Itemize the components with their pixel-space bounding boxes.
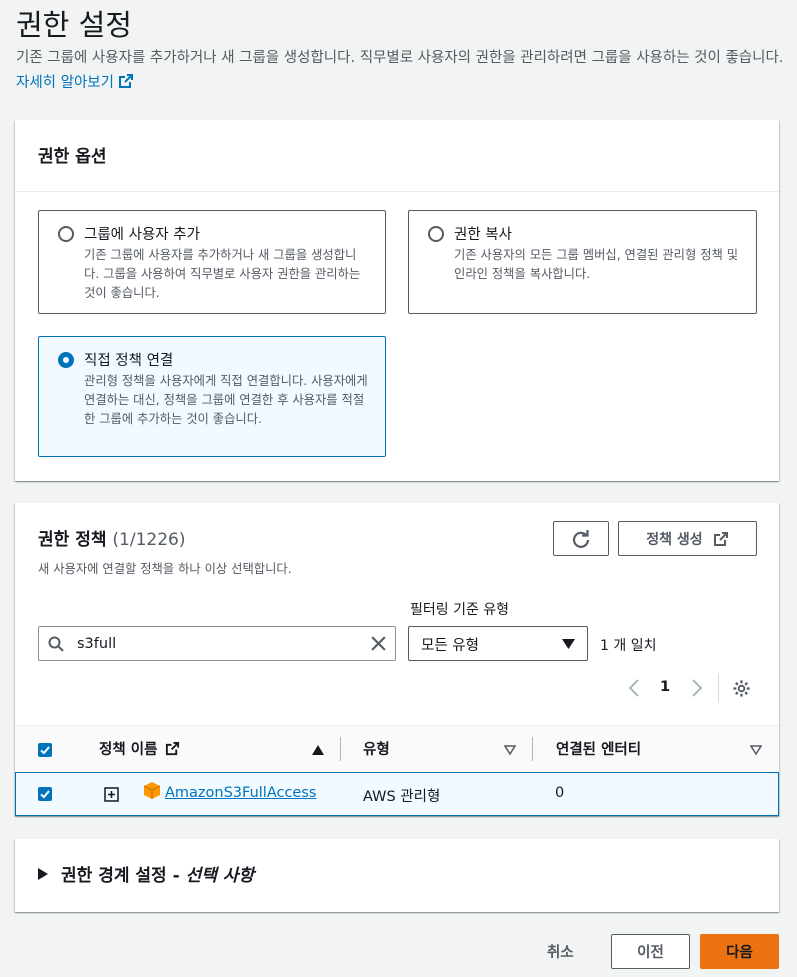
policies-description: 새 사용자에 연결할 정책을 하나 이상 선택합니다. xyxy=(38,562,292,576)
boundary-title-text: 권한 경계 설정 - xyxy=(61,866,186,886)
gear-icon[interactable] xyxy=(732,679,751,698)
permission-policies-panel: 권한 정책 (1/1226) 새 사용자에 연결할 정책을 하나 이상 선택합니… xyxy=(15,503,779,816)
sort-icon[interactable] xyxy=(750,745,762,755)
option-add-to-group[interactable]: 그룹에 사용자 추가 기존 그룹에 사용자를 추가하거나 새 그룹을 생성합니다… xyxy=(38,210,386,314)
next-button[interactable]: 다음 xyxy=(700,934,779,969)
radio-copy-permissions[interactable] xyxy=(428,226,444,242)
table-header: 정책 이름 유형 연결된 엔터티 xyxy=(15,725,779,772)
cancel-button[interactable]: 취소 xyxy=(547,941,574,962)
radio-attach-policies[interactable] xyxy=(58,352,74,368)
filter-type-value: 모든 유형 xyxy=(421,638,479,654)
policy-name-link[interactable]: AmazonS3FullAccess xyxy=(165,785,316,801)
create-policy-button[interactable]: 정책 생성 xyxy=(618,521,757,556)
sort-ascending-icon[interactable] xyxy=(312,745,324,755)
table-row[interactable]: AmazonS3FullAccess AWS 관리형 0 xyxy=(15,772,779,816)
filter-type-label: 필터링 기준 유형 xyxy=(410,602,510,618)
check-icon xyxy=(40,790,50,799)
column-policy-name-label: 정책 이름 xyxy=(99,742,158,758)
refresh-button[interactable] xyxy=(553,521,609,556)
sort-icon[interactable] xyxy=(504,745,516,755)
next-page-icon[interactable] xyxy=(690,678,704,698)
permissions-boundary-title[interactable]: 권한 경계 설정 - 선택 사항 xyxy=(61,861,254,886)
permission-options-title: 권한 옵션 xyxy=(15,120,779,192)
option-attach-policies-label: 직접 정책 연결 xyxy=(84,353,174,369)
option-copy-permissions-desc: 기존 사용자의 모든 그룹 멤버십, 연결된 관리형 정책 및 인라인 정책을 … xyxy=(454,248,739,281)
column-separator xyxy=(340,737,341,761)
policy-attached-entities: 0 xyxy=(555,785,565,801)
caret-down-icon xyxy=(562,639,575,649)
boundary-optional: 선택 사항 xyxy=(185,866,255,886)
page-description-text: 기존 그룹에 사용자를 추가하거나 새 그룹을 생성합니다. 직무별로 사용자의… xyxy=(16,50,784,66)
current-page[interactable]: 1 xyxy=(660,679,670,695)
policy-search-field[interactable] xyxy=(38,626,396,661)
radio-add-to-group[interactable] xyxy=(58,226,74,242)
filter-type-select[interactable]: 모든 유형 xyxy=(408,626,588,661)
aws-managed-policy-icon xyxy=(143,782,161,799)
option-copy-permissions-label: 권한 복사 xyxy=(454,227,512,243)
option-add-to-group-label: 그룹에 사용자 추가 xyxy=(84,227,200,243)
match-count: 1 개 일치 xyxy=(600,638,657,654)
policy-search-input[interactable] xyxy=(75,633,355,655)
create-policy-label: 정책 생성 xyxy=(646,531,703,548)
column-separator xyxy=(532,737,533,761)
external-link-icon xyxy=(713,531,728,546)
expand-icon[interactable] xyxy=(104,787,119,802)
column-policy-name[interactable]: 정책 이름 xyxy=(99,738,180,759)
policies-title-text: 권한 정책 xyxy=(38,530,107,550)
policies-title: 권한 정책 (1/1226) xyxy=(38,525,185,550)
policies-count: (1/1226) xyxy=(112,530,186,550)
column-type[interactable]: 유형 xyxy=(363,738,390,759)
learn-more-label: 자세히 알아보기 xyxy=(16,75,114,91)
select-all-checkbox[interactable] xyxy=(38,743,52,757)
pager-divider xyxy=(718,673,719,703)
refresh-icon xyxy=(572,529,590,548)
page-description: 기존 그룹에 사용자를 추가하거나 새 그룹을 생성합니다. 직무별로 사용자의… xyxy=(16,46,786,96)
option-copy-permissions[interactable]: 권한 복사 기존 사용자의 모든 그룹 멤버십, 연결된 관리형 정책 및 인라… xyxy=(408,210,757,314)
search-icon xyxy=(48,636,64,652)
page-title: 권한 설정 xyxy=(16,8,132,42)
policy-type: AWS 관리형 xyxy=(363,789,441,805)
option-attach-policies-desc: 관리형 정책을 사용자에게 직접 연결합니다. 사용자에게 연결하는 대신, 정… xyxy=(84,374,368,426)
column-attached-entities[interactable]: 연결된 엔터티 xyxy=(556,738,641,759)
option-attach-policies[interactable]: 직접 정책 연결 관리형 정책을 사용자에게 직접 연결합니다. 사용자에게 연… xyxy=(38,336,386,457)
check-icon xyxy=(40,746,50,755)
learn-more-link[interactable]: 자세히 알아보기 xyxy=(16,74,134,91)
external-link-icon xyxy=(166,741,180,756)
row-checkbox[interactable] xyxy=(38,787,52,801)
permission-options-panel: 권한 옵션 그룹에 사용자 추가 기존 그룹에 사용자를 추가하거나 새 그룹을… xyxy=(15,120,779,481)
previous-button[interactable]: 이전 xyxy=(611,934,690,969)
clear-search-icon[interactable] xyxy=(370,635,387,652)
prev-page-icon[interactable] xyxy=(627,678,641,698)
option-add-to-group-desc: 기존 그룹에 사용자를 추가하거나 새 그룹을 생성합니다. 그룹을 사용하여 … xyxy=(84,248,361,300)
caret-right-icon[interactable] xyxy=(38,868,48,880)
external-link-icon xyxy=(119,74,133,88)
permissions-boundary-panel[interactable]: 권한 경계 설정 - 선택 사항 xyxy=(15,839,779,912)
